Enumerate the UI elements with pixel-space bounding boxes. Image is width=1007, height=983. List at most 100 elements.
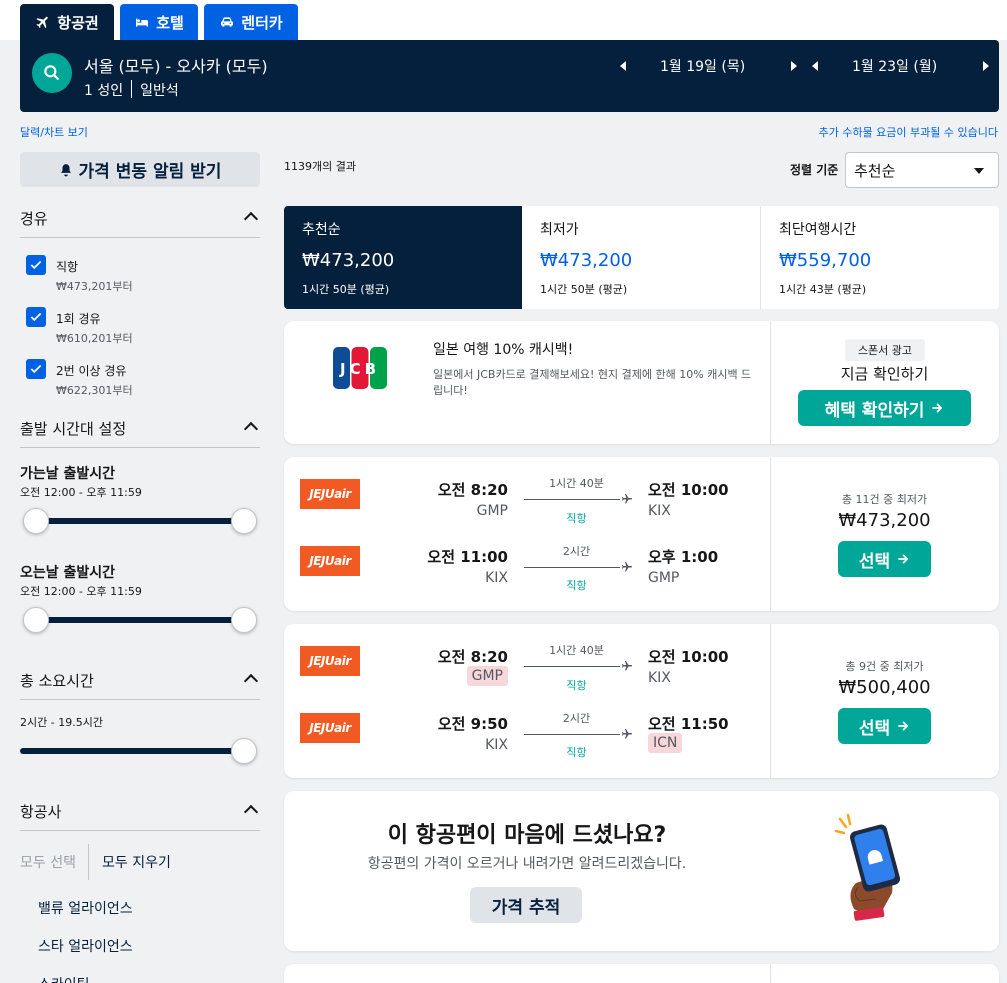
checkbox-one-stop[interactable] <box>26 307 46 327</box>
return-date-picker[interactable]: 1월 23일 (월) <box>812 56 990 76</box>
flight-result-card[interactable] <box>284 964 999 983</box>
stops-text: 직항 <box>566 512 587 525</box>
baggage-fees-link[interactable]: 추가 수하물 요금이 부과될 수 있습니다 <box>819 124 998 140</box>
sort-tab-price: ₩473,200 <box>540 250 633 271</box>
divider <box>770 457 771 611</box>
sort-tab-fastest[interactable]: 최단여행시간 ₩559,700 1시간 43분 (평균) <box>761 206 999 309</box>
arrival-time: 오전 11:50 <box>648 715 729 733</box>
search-summary-bar[interactable]: 서울 (모두) - 오사카 (모두) 1 성인 일반석 1월 19일 (목) 1… <box>20 40 999 112</box>
phone-notification-illustration <box>834 813 901 921</box>
airline-logo: JEJUair <box>300 479 360 509</box>
clear-all-button[interactable]: 모두 지우기 <box>89 844 171 880</box>
ad-title: 일본 여행 10% 캐시백! <box>433 342 574 358</box>
route-text: 서울 (모두) - 오사카 (모두) <box>84 57 268 76</box>
slider-handle-max[interactable] <box>231 738 257 764</box>
next-depart-date-button[interactable] <box>791 61 798 71</box>
departure-airport: GMP <box>476 503 508 519</box>
slider-handle-min[interactable] <box>23 508 49 534</box>
select-flight-button[interactable]: 선택 <box>838 541 931 577</box>
tracker-title: 이 항공편이 마음에 드셨나요? <box>387 823 667 848</box>
flight-result-card[interactable]: JEJUair 오전 8:20 GMP 1시간 40분 직항 오전 10:00 … <box>284 624 999 778</box>
alliance-link[interactable]: 밸류 얼라이언스 <box>38 898 133 918</box>
arrow-right-icon <box>898 554 909 564</box>
tab-hotels[interactable]: 호텔 <box>120 4 198 40</box>
flight-result-card[interactable]: JEJUair 오전 8:20 GMP 1시간 40분 직항 오전 10:00 … <box>284 457 999 611</box>
select-flight-button[interactable]: 선택 <box>838 708 931 744</box>
next-return-date-button[interactable] <box>983 61 990 71</box>
depart-date-picker[interactable]: 1월 19일 (목) <box>620 56 798 76</box>
prev-depart-date-button[interactable] <box>620 61 626 71</box>
tab-label: 호텔 <box>156 13 184 32</box>
duration-slider[interactable] <box>20 748 244 754</box>
sort-tab-price: ₩473,200 <box>302 250 395 271</box>
outbound-time-label: 가는날 출발시간 <box>20 466 116 482</box>
option-label: 2번 이상 경유 <box>56 364 127 378</box>
return-time-label: 오는날 출발시간 <box>20 565 116 581</box>
ad-cta-text: 지금 확인하기 <box>840 365 929 383</box>
arrival-airport: KIX <box>648 503 671 519</box>
tracker-subtitle: 항공편의 가격이 오르거나 내려가면 알려드리겠습니다. <box>367 856 687 872</box>
section-title: 항공사 <box>20 803 62 821</box>
tab-cars[interactable]: 렌터카 <box>204 4 298 40</box>
checkbox-two-plus-stops[interactable] <box>26 359 46 379</box>
option-price: ₩473,201부터 <box>56 280 133 293</box>
divider <box>770 964 771 983</box>
plane-icon <box>622 661 632 671</box>
car-icon <box>221 17 234 27</box>
calendar-link[interactable]: 달력/차트 보기 <box>20 124 88 140</box>
prev-return-date-button[interactable] <box>812 61 818 71</box>
sort-value: 추천순 <box>854 161 896 180</box>
slider-handle-max[interactable] <box>231 508 257 534</box>
cabin-text: 일반석 <box>140 83 179 99</box>
stops-filter-header[interactable]: 경유 <box>20 208 260 238</box>
ad-cta-button[interactable]: 혜택 확인하기 <box>798 390 971 426</box>
flight-price: ₩500,400 <box>838 677 931 698</box>
route-line <box>524 666 620 667</box>
chevron-up-icon <box>243 211 259 227</box>
result-count: 1139개의 결과 <box>284 160 356 173</box>
flight-price: ₩473,200 <box>838 510 931 531</box>
sort-tab-title: 최저가 <box>540 222 579 238</box>
arrow-right-icon <box>932 403 943 413</box>
bed-icon <box>136 18 149 27</box>
jcb-logo: JCB <box>333 347 387 389</box>
airport-change-highlight: GMP <box>466 666 508 686</box>
tab-flights[interactable]: 항공권 <box>20 4 114 40</box>
option-label: 1회 경유 <box>56 312 101 326</box>
alliance-link[interactable]: 스타 얼라이언스 <box>38 936 133 956</box>
duration-range: 2시간 - 19.5시간 <box>20 716 103 729</box>
price-alert-button[interactable]: 가격 변동 알림 받기 <box>20 152 260 187</box>
sort-tab-best[interactable]: 추천순 ₩473,200 1시간 50분 (평균) <box>284 206 522 309</box>
chevron-up-icon <box>243 673 259 689</box>
checkbox-direct[interactable] <box>26 255 46 275</box>
flight-duration: 1시간 40분 <box>549 477 604 490</box>
sort-label: 정렬 기준 <box>790 163 839 177</box>
slider-handle-min[interactable] <box>23 607 49 633</box>
select-all-button[interactable]: 모두 선택 <box>20 844 88 880</box>
chevron-up-icon <box>243 421 259 437</box>
airlines-filter-header[interactable]: 항공사 <box>20 801 260 831</box>
bell-icon <box>60 163 71 176</box>
sort-dropdown[interactable]: 추천순 <box>845 152 999 188</box>
departure-airport: KIX <box>485 737 508 753</box>
plane-icon <box>622 562 632 572</box>
section-title: 출발 시간대 설정 <box>20 420 127 438</box>
slider-handle-max[interactable] <box>231 607 257 633</box>
return-time-slider[interactable] <box>36 617 244 623</box>
duration-filter-header[interactable]: 총 소요시간 <box>20 670 260 700</box>
checkmark-icon <box>30 312 42 322</box>
outbound-time-slider[interactable] <box>36 518 244 524</box>
arrival-airport: KIX <box>648 670 671 686</box>
sort-tab-duration: 1시간 50분 (평균) <box>540 283 628 296</box>
sort-tab-duration: 1시간 43분 (평균) <box>779 283 867 296</box>
times-filter-header[interactable]: 출발 시간대 설정 <box>20 418 260 448</box>
flight-duration: 1시간 40분 <box>549 644 604 657</box>
sort-tab-cheapest[interactable]: 최저가 ₩473,200 1시간 50분 (평균) <box>522 206 760 309</box>
stops-text: 직항 <box>566 746 587 759</box>
search-button[interactable] <box>32 53 72 93</box>
sort-tab-duration: 1시간 50분 (평균) <box>302 283 390 296</box>
track-price-button[interactable]: 가격 추적 <box>470 887 582 923</box>
tab-label: 렌터카 <box>241 13 283 32</box>
button-label: 선택 <box>858 551 891 572</box>
alliance-link[interactable]: 스카이팀 <box>38 974 90 983</box>
